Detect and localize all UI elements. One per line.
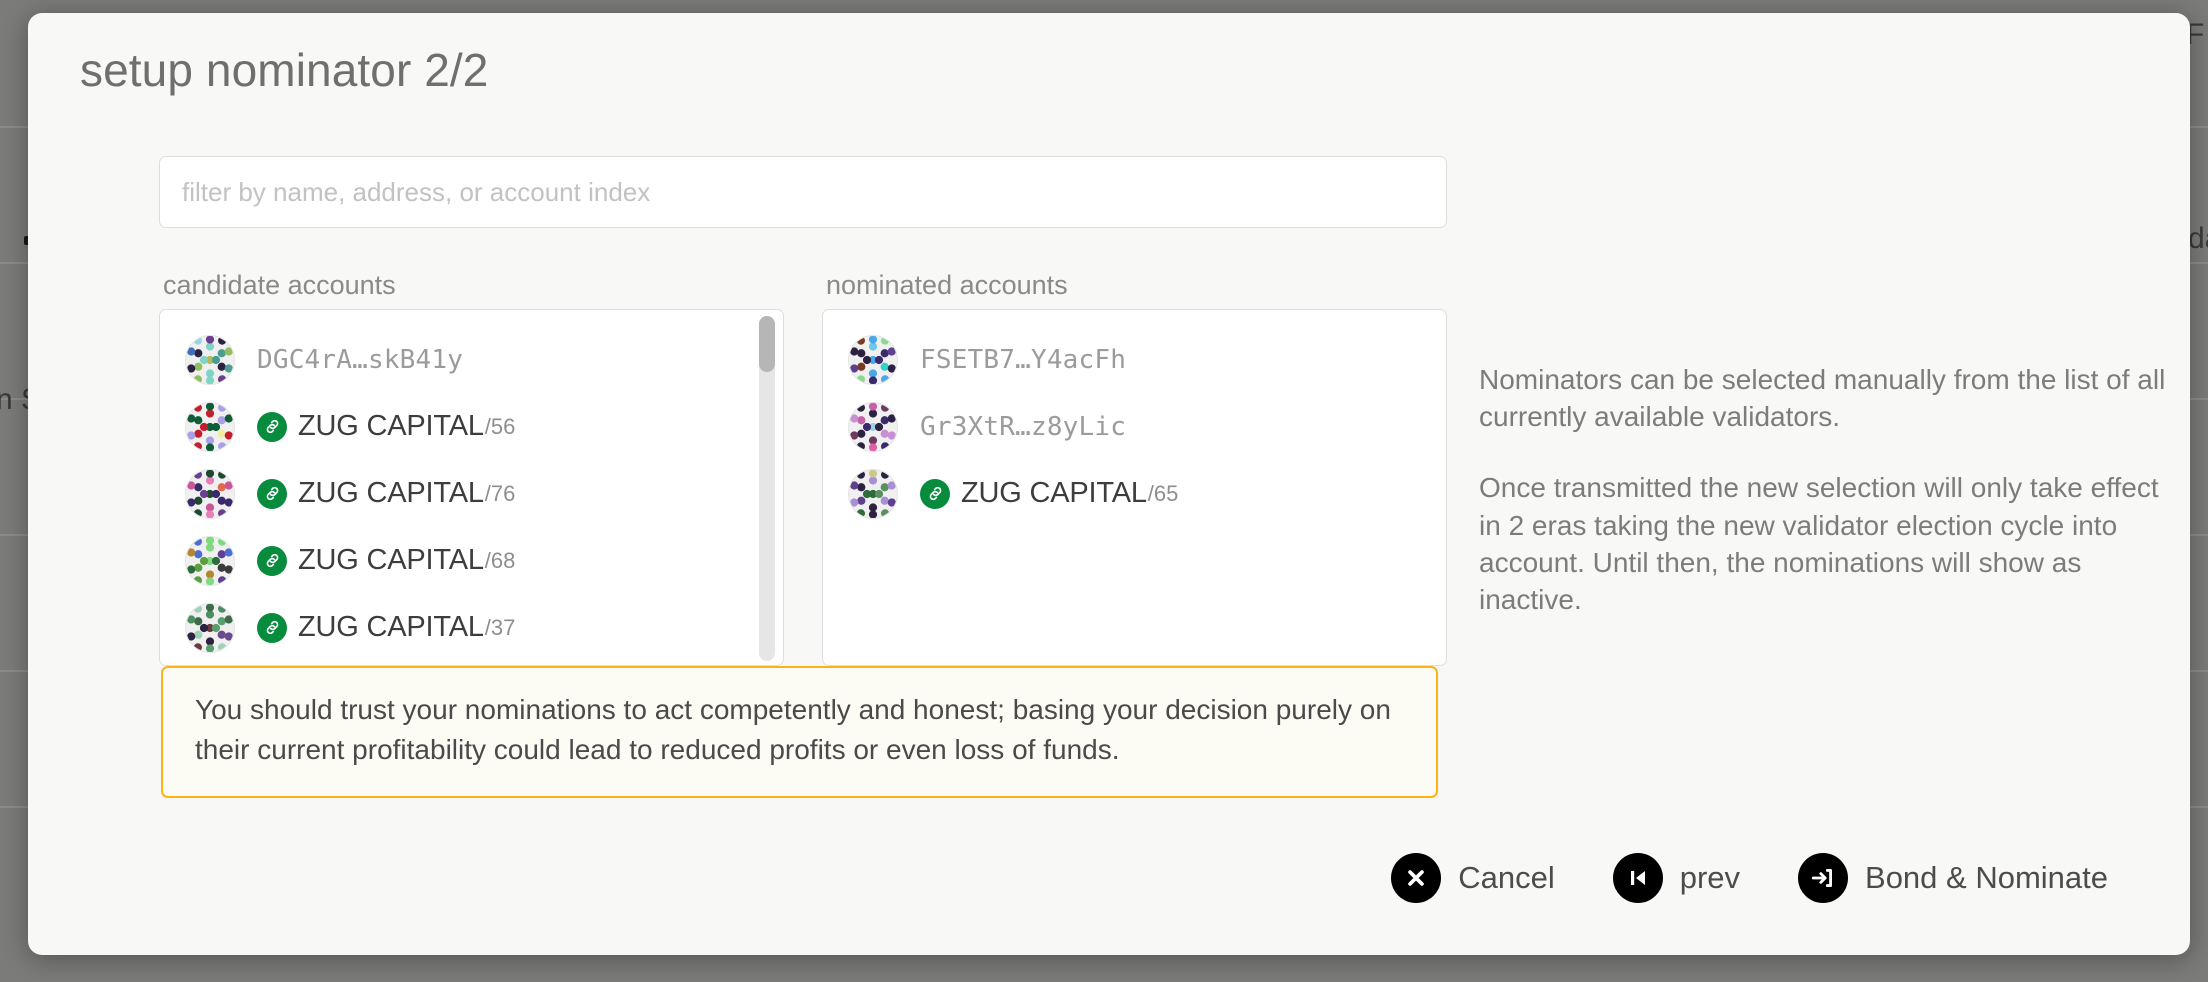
identicon-avatar bbox=[848, 401, 898, 452]
account-index: /37 bbox=[484, 614, 516, 640]
account-row-text: DGC4rA…skB41y bbox=[257, 345, 463, 375]
account-nickname: ZUG CAPITAL bbox=[298, 477, 484, 509]
warning-box: You should trust your nominations to act… bbox=[161, 666, 1438, 798]
warning-text: You should trust your nominations to act… bbox=[195, 694, 1391, 765]
page-title: setup nominator 2/2 bbox=[80, 44, 489, 96]
account-row[interactable]: Gr3XtR…z8yLic bbox=[823, 393, 1446, 460]
account-row-text: ZUG CAPITAL/68 bbox=[257, 544, 515, 577]
account-address: DGC4rA…skB41y bbox=[257, 344, 464, 375]
link-icon bbox=[257, 478, 287, 509]
link-icon bbox=[920, 478, 950, 509]
link-icon bbox=[257, 411, 287, 442]
account-row[interactable]: ZUG CAPITAL/37 bbox=[160, 594, 783, 661]
account-row-text: ZUG CAPITAL/65 bbox=[920, 477, 1178, 510]
account-row-text: ZUG CAPITAL/56 bbox=[257, 410, 515, 443]
account-address: FSETB7…Y4acFh bbox=[920, 344, 1127, 375]
account-columns: candidate accounts DGC4rA…skB41y ZUG CAPI… bbox=[159, 252, 1447, 666]
account-index: /65 bbox=[1147, 480, 1179, 506]
account-nickname: ZUG CAPITAL bbox=[298, 544, 484, 576]
account-row[interactable]: ZUG CAPITAL/76 bbox=[160, 460, 783, 527]
candidate-accounts-list[interactable]: DGC4rA…skB41y ZUG CAPITAL/56 ZUG CAPITAL/7… bbox=[159, 309, 784, 666]
filter-input[interactable] bbox=[159, 156, 1447, 228]
cancel-button-label: Cancel bbox=[1458, 860, 1555, 895]
identicon-avatar bbox=[848, 334, 898, 385]
nominated-accounts-label: nominated accounts bbox=[826, 270, 1068, 300]
candidate-accounts-column: candidate accounts DGC4rA…skB41y ZUG CAPI… bbox=[159, 252, 784, 666]
account-row-text: Gr3XtR…z8yLic bbox=[920, 412, 1126, 442]
help-paragraph: Once transmitted the new selection will … bbox=[1479, 472, 2159, 616]
account-index: /68 bbox=[484, 547, 516, 573]
account-nickname: ZUG CAPITAL bbox=[298, 410, 484, 442]
background-text-fragment: da bbox=[2188, 222, 2208, 255]
candidate-accounts-label: candidate accounts bbox=[163, 270, 396, 300]
help-text: Nominators can be selected manually from… bbox=[1479, 361, 2169, 652]
identicon-avatar bbox=[185, 468, 235, 519]
modal-main-column: candidate accounts DGC4rA…skB41y ZUG CAPI… bbox=[159, 156, 1447, 666]
identicon-avatar bbox=[185, 401, 235, 452]
account-row-text: ZUG CAPITAL/37 bbox=[257, 611, 515, 644]
prev-button-label: prev bbox=[1679, 860, 1741, 895]
nominated-accounts-column: nominated accounts FSETB7…Y4acFh Gr3XtR…z… bbox=[822, 252, 1447, 666]
modal-footer: Cancel prev Bond & Nominate bbox=[1391, 853, 2108, 903]
account-index: /76 bbox=[484, 480, 516, 506]
identicon-avatar bbox=[185, 535, 235, 586]
close-icon bbox=[1391, 853, 1442, 903]
account-row[interactable]: ZUG CAPITAL/65 bbox=[823, 460, 1446, 527]
candidate-list-scrollbar[interactable] bbox=[759, 316, 775, 661]
account-row[interactable]: ZUG CAPITAL/56 bbox=[160, 393, 783, 460]
identicon-avatar bbox=[185, 602, 235, 653]
account-index: /56 bbox=[484, 413, 516, 439]
sign-in-icon bbox=[1798, 853, 1849, 903]
link-icon bbox=[257, 612, 287, 643]
identicon-avatar bbox=[185, 334, 235, 385]
link-icon bbox=[257, 545, 287, 576]
help-paragraph: Nominators can be selected manually from… bbox=[1479, 364, 2166, 433]
prev-button[interactable]: prev bbox=[1612, 853, 1741, 903]
nominated-accounts-list[interactable]: FSETB7…Y4acFh Gr3XtR…z8yLic ZUG CAPITAL/65 bbox=[822, 309, 1447, 666]
candidate-list-scroll-thumb[interactable] bbox=[759, 316, 775, 372]
identicon-avatar bbox=[848, 468, 898, 519]
bond-and-nominate-button[interactable]: Bond & Nominate bbox=[1798, 853, 2108, 903]
step-backward-icon bbox=[1612, 853, 1663, 903]
account-row-text: FSETB7…Y4acFh bbox=[920, 345, 1126, 375]
bond-and-nominate-button-label: Bond & Nominate bbox=[1865, 860, 2108, 895]
account-row-text: ZUG CAPITAL/76 bbox=[257, 477, 515, 510]
account-row[interactable]: DGC4rA…skB41y bbox=[160, 326, 783, 393]
account-row[interactable]: FSETB7…Y4acFh bbox=[823, 326, 1446, 393]
account-row[interactable]: ZUG CAPITAL/68 bbox=[160, 527, 783, 594]
setup-nominator-modal: setup nominator 2/2 candidate accounts D… bbox=[28, 13, 2190, 955]
account-address: Gr3XtR…z8yLic bbox=[920, 411, 1127, 442]
account-nickname: ZUG CAPITAL bbox=[298, 611, 484, 643]
account-nickname: ZUG CAPITAL bbox=[961, 477, 1147, 509]
cancel-button[interactable]: Cancel bbox=[1391, 853, 1555, 903]
